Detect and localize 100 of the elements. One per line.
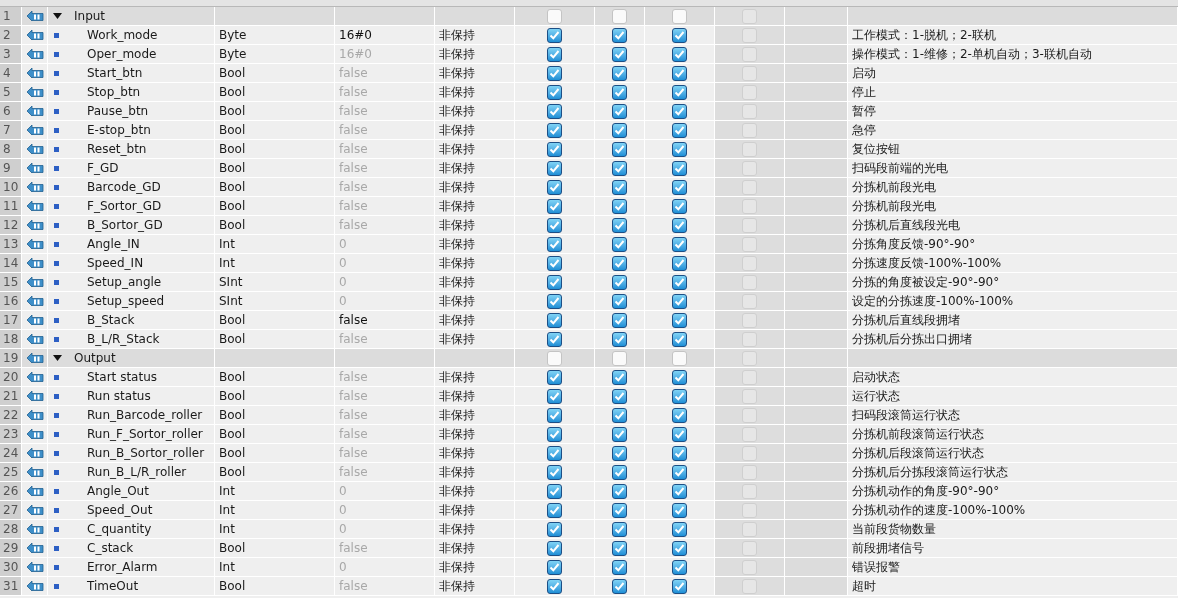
checkbox[interactable] <box>672 407 687 423</box>
checkbox[interactable] <box>672 274 687 290</box>
checkbox[interactable] <box>672 483 687 499</box>
checkbox[interactable] <box>612 255 627 271</box>
checkbox[interactable] <box>672 559 687 575</box>
checkbox[interactable] <box>612 312 627 328</box>
checkbox[interactable] <box>672 8 687 24</box>
checkbox[interactable] <box>672 179 687 195</box>
checkbox[interactable] <box>547 407 562 423</box>
checkbox[interactable] <box>612 84 627 100</box>
checkbox[interactable] <box>612 141 627 157</box>
checkbox[interactable] <box>547 464 562 480</box>
checkbox[interactable] <box>612 502 627 518</box>
checkbox[interactable] <box>672 46 687 62</box>
checkbox[interactable] <box>547 445 562 461</box>
checkbox[interactable] <box>672 160 687 176</box>
checkbox[interactable] <box>547 540 562 556</box>
checkbox[interactable] <box>612 217 627 233</box>
checkbox[interactable] <box>612 103 627 119</box>
checkbox[interactable] <box>547 217 562 233</box>
checkbox[interactable] <box>547 521 562 537</box>
checkbox[interactable] <box>547 369 562 385</box>
checkbox[interactable] <box>612 65 627 81</box>
checkbox[interactable] <box>612 540 627 556</box>
checkbox[interactable] <box>672 426 687 442</box>
checkbox[interactable] <box>547 141 562 157</box>
checkbox[interactable] <box>672 122 687 138</box>
checkbox[interactable] <box>547 122 562 138</box>
checkbox[interactable] <box>547 27 562 43</box>
checkbox[interactable] <box>612 274 627 290</box>
checkbox[interactable] <box>547 179 562 195</box>
checkbox[interactable] <box>672 445 687 461</box>
checkbox[interactable] <box>612 198 627 214</box>
checkbox[interactable] <box>547 331 562 347</box>
checkbox[interactable] <box>547 8 562 24</box>
checkbox[interactable] <box>612 236 627 252</box>
checkbox[interactable] <box>547 293 562 309</box>
checkbox[interactable] <box>672 312 687 328</box>
checkbox[interactable] <box>547 312 562 328</box>
checkbox[interactable] <box>612 160 627 176</box>
checkbox[interactable] <box>612 8 627 24</box>
checkbox[interactable] <box>672 27 687 43</box>
checkbox[interactable] <box>672 84 687 100</box>
checkbox[interactable] <box>672 141 687 157</box>
checkbox[interactable] <box>547 578 562 594</box>
checkbox[interactable] <box>612 578 627 594</box>
checkbox[interactable] <box>547 198 562 214</box>
checkbox[interactable] <box>672 464 687 480</box>
checkbox[interactable] <box>612 464 627 480</box>
checkbox[interactable] <box>612 27 627 43</box>
checkbox[interactable] <box>547 502 562 518</box>
checkbox[interactable] <box>672 217 687 233</box>
checkbox[interactable] <box>547 559 562 575</box>
checkbox[interactable] <box>612 331 627 347</box>
checkbox[interactable] <box>612 293 627 309</box>
checkbox[interactable] <box>547 46 562 62</box>
checkbox[interactable] <box>547 65 562 81</box>
checkbox[interactable] <box>612 483 627 499</box>
checkbox[interactable] <box>547 255 562 271</box>
checkbox[interactable] <box>672 331 687 347</box>
checkbox[interactable] <box>672 502 687 518</box>
checkbox[interactable] <box>612 122 627 138</box>
checkbox[interactable] <box>672 293 687 309</box>
checkbox[interactable] <box>547 483 562 499</box>
checkbox[interactable] <box>672 388 687 404</box>
checkbox[interactable] <box>612 559 627 575</box>
checkbox[interactable] <box>672 369 687 385</box>
checkbox[interactable] <box>672 103 687 119</box>
checkbox[interactable] <box>612 445 627 461</box>
checkbox[interactable] <box>672 578 687 594</box>
checkbox[interactable] <box>612 407 627 423</box>
checkbox[interactable] <box>547 84 562 100</box>
checkbox[interactable] <box>672 350 687 366</box>
checkbox[interactable] <box>547 426 562 442</box>
checkmark-icon <box>674 105 685 117</box>
checkbox[interactable] <box>612 179 627 195</box>
checkbox[interactable] <box>672 540 687 556</box>
checkbox[interactable] <box>547 274 562 290</box>
checkbox[interactable] <box>672 255 687 271</box>
checkbox[interactable] <box>547 236 562 252</box>
checkbox[interactable] <box>612 350 627 366</box>
checkbox[interactable] <box>672 65 687 81</box>
checkbox[interactable] <box>612 388 627 404</box>
data-type-cell: Bool <box>215 463 335 482</box>
checkbox[interactable] <box>547 388 562 404</box>
checkbox[interactable] <box>547 103 562 119</box>
checkbox[interactable] <box>547 160 562 176</box>
checkbox[interactable] <box>612 426 627 442</box>
expand-triangle-icon[interactable] <box>53 13 62 19</box>
checkbox[interactable] <box>612 521 627 537</box>
checkbox[interactable] <box>672 236 687 252</box>
checkbox[interactable] <box>672 198 687 214</box>
member-name: B_L/R_Stack <box>87 331 160 348</box>
checkmark-icon <box>549 143 560 155</box>
checkbox[interactable] <box>612 369 627 385</box>
expand-triangle-icon[interactable] <box>53 355 62 361</box>
checkbox[interactable] <box>672 521 687 537</box>
checkbox[interactable] <box>612 46 627 62</box>
checkbox[interactable] <box>547 350 562 366</box>
square-icon <box>54 450 59 456</box>
